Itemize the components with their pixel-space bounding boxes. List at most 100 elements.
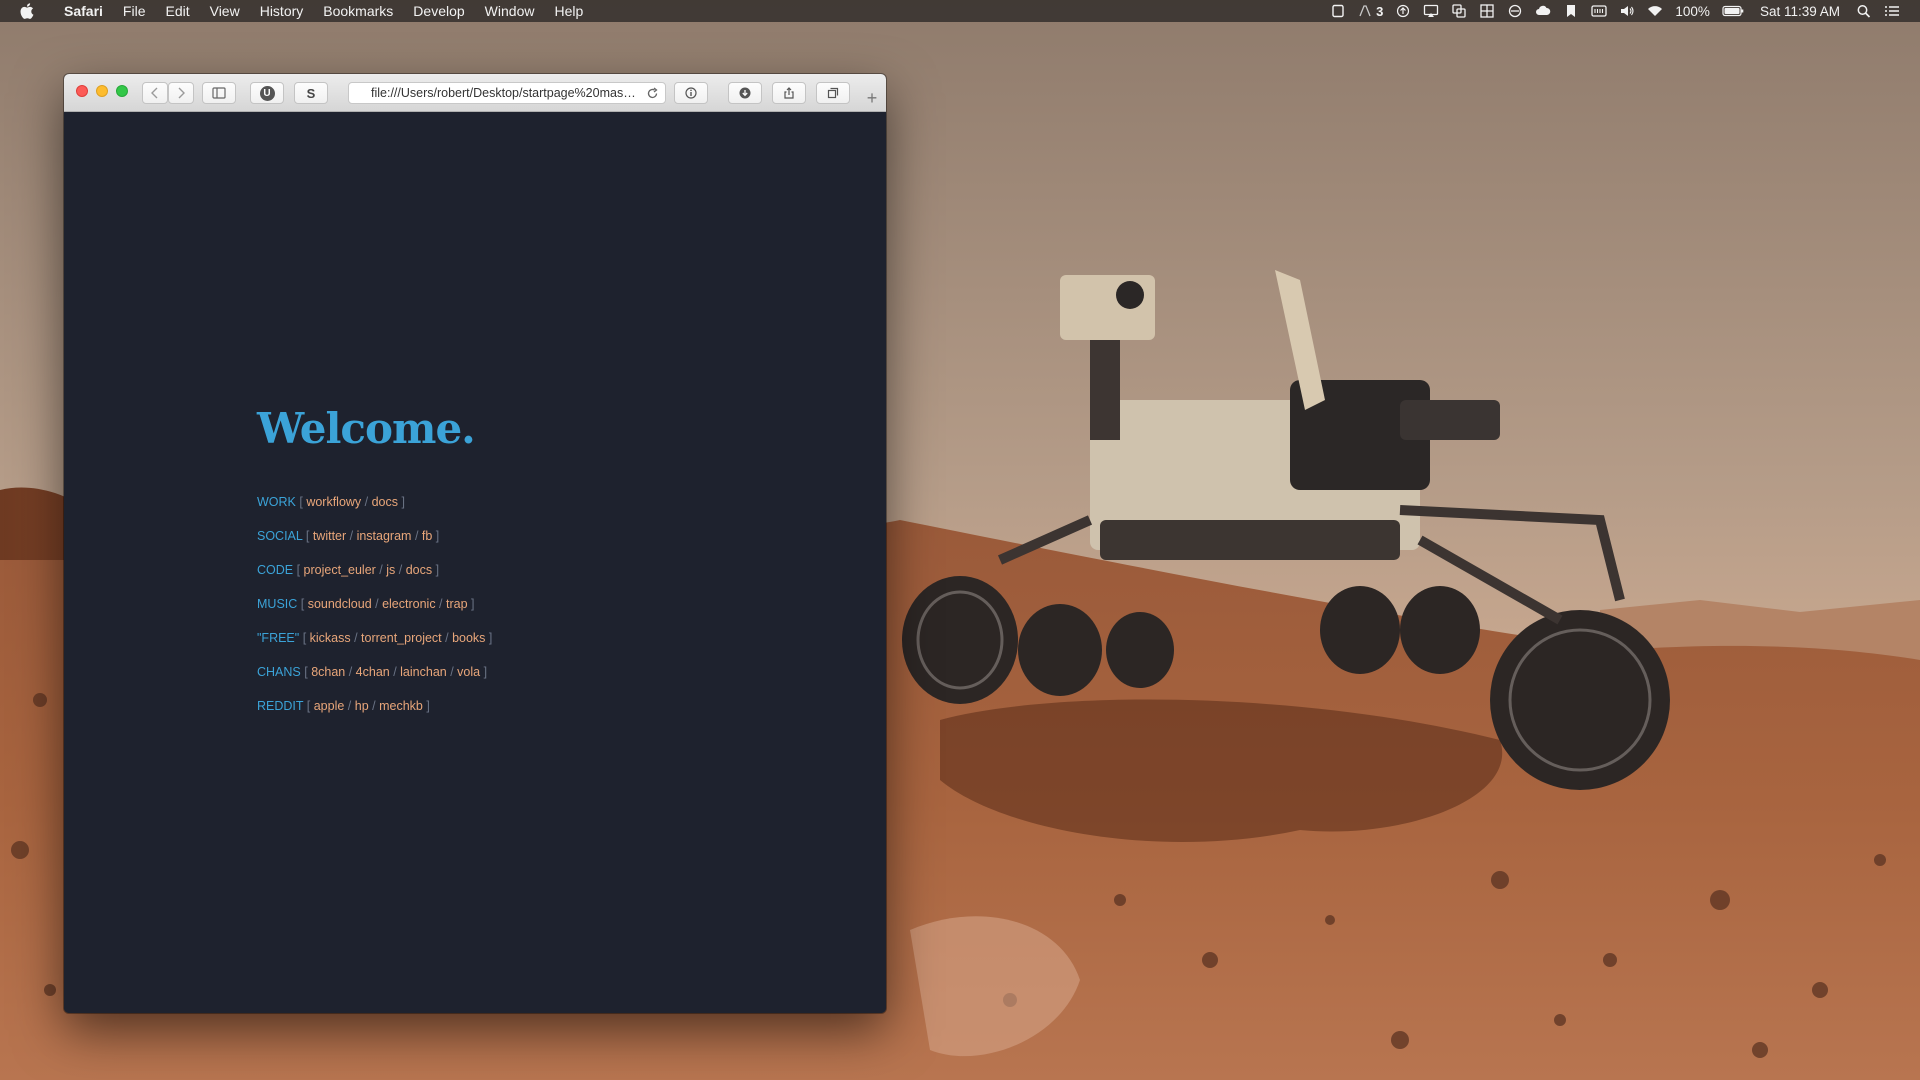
app-badge-count: 3 — [1376, 3, 1384, 19]
status-area: 3 100% Sat 11:39 AM — [1324, 0, 1920, 22]
link[interactable]: books — [452, 631, 485, 645]
link[interactable]: hp — [355, 699, 369, 713]
airplay-icon[interactable] — [1417, 0, 1445, 22]
menu-window[interactable]: Window — [475, 0, 545, 22]
info-button[interactable] — [674, 82, 708, 104]
search-icon[interactable] — [1850, 0, 1878, 22]
link[interactable]: 4chan — [356, 665, 390, 679]
extension-u-button[interactable]: U — [250, 82, 284, 104]
link[interactable]: workflowy — [306, 495, 361, 509]
forward-button[interactable] — [168, 82, 194, 104]
link-group-label: REDDIT — [257, 699, 304, 713]
link[interactable]: project_euler — [304, 563, 376, 577]
new-tab-button[interactable]: + — [860, 88, 884, 110]
bracket-open: [ — [299, 631, 310, 645]
menu-bar: Safari File Edit View History Bookmarks … — [0, 0, 1920, 22]
safari-window: U S file:///Users/robert/Desktop/startpa… — [64, 74, 886, 1013]
downloads-button[interactable] — [728, 82, 762, 104]
link-separator: / — [368, 699, 380, 713]
menu-develop[interactable]: Develop — [403, 0, 474, 22]
window-minimize-button[interactable] — [96, 85, 108, 97]
url-text: file:///Users/robert/Desktop/startpage%2… — [371, 86, 639, 100]
bracket-close: ] — [480, 665, 488, 679]
bracket-open: [ — [293, 563, 304, 577]
keyboard-icon[interactable] — [1585, 0, 1613, 22]
cloud-icon[interactable] — [1529, 0, 1557, 22]
link-group-label: WORK — [257, 495, 296, 509]
up-arrow-circle-icon[interactable] — [1389, 0, 1417, 22]
copy-icon[interactable] — [1445, 0, 1473, 22]
reload-icon[interactable] — [646, 87, 659, 100]
menu-view[interactable]: View — [200, 0, 250, 22]
square-icon[interactable] — [1324, 0, 1352, 22]
sidebar-button[interactable] — [202, 82, 236, 104]
extension-s-button[interactable]: S — [294, 82, 328, 104]
link-separator: / — [446, 665, 458, 679]
grid-icon[interactable] — [1473, 0, 1501, 22]
link[interactable]: docs — [372, 495, 398, 509]
link-group-label: CHANS — [257, 665, 301, 679]
browser-toolbar: U S file:///Users/robert/Desktop/startpa… — [64, 74, 886, 112]
link[interactable]: kickass — [310, 631, 351, 645]
bookmark-icon[interactable] — [1557, 0, 1585, 22]
link-group-label: "FREE" — [257, 631, 300, 645]
app-badge[interactable]: 3 — [1352, 0, 1389, 22]
battery-icon[interactable] — [1716, 0, 1750, 22]
menu-app-safari[interactable]: Safari — [54, 0, 113, 22]
link[interactable]: js — [386, 563, 395, 577]
share-icon — [784, 87, 794, 99]
bracket-open: [ — [297, 597, 308, 611]
link[interactable]: vola — [457, 665, 480, 679]
link[interactable]: mechkb — [379, 699, 423, 713]
link[interactable]: docs — [406, 563, 432, 577]
link[interactable]: electronic — [382, 597, 436, 611]
window-zoom-button[interactable] — [116, 85, 128, 97]
link[interactable]: instagram — [357, 529, 412, 543]
link-group: MUSIC [ soundcloud / electronic / trap ] — [257, 595, 492, 629]
info-icon — [685, 87, 697, 99]
menu-history[interactable]: History — [250, 0, 314, 22]
link-group: REDDIT [ apple / hp / mechkb ] — [257, 697, 492, 731]
link[interactable]: apple — [314, 699, 345, 713]
link-group-label: CODE — [257, 563, 294, 577]
link-separator: / — [344, 699, 355, 713]
bracket-open: [ — [295, 495, 307, 509]
menu-file[interactable]: File — [113, 0, 156, 22]
back-icon — [151, 87, 158, 99]
bracket-open: [ — [300, 665, 312, 679]
link[interactable]: torrent_project — [361, 631, 442, 645]
extension-u-label: U — [259, 85, 275, 101]
wifi-icon[interactable] — [1641, 0, 1669, 22]
bracket-close: ] — [398, 495, 405, 509]
link-separator: / — [345, 665, 356, 679]
window-close-button[interactable] — [76, 85, 88, 97]
app-badge-icon — [1359, 5, 1371, 17]
battery-percent[interactable]: 100% — [1669, 0, 1716, 22]
bracket-close: ] — [422, 699, 430, 713]
link[interactable]: 8chan — [311, 665, 345, 679]
menu-edit[interactable]: Edit — [155, 0, 199, 22]
bracket-open: [ — [302, 529, 313, 543]
link-separator: / — [350, 631, 362, 645]
link[interactable]: trap — [446, 597, 468, 611]
back-button[interactable] — [142, 82, 168, 104]
link[interactable]: soundcloud — [308, 597, 372, 611]
circle-slash-icon[interactable] — [1501, 0, 1529, 22]
link-groups: WORK [ workflowy / docs ] SOCIAL [ twitte… — [257, 493, 492, 731]
link[interactable]: twitter — [313, 529, 346, 543]
menubar-clock[interactable]: Sat 11:39 AM — [1750, 0, 1850, 22]
menu-bookmarks[interactable]: Bookmarks — [313, 0, 403, 22]
link-separator: / — [371, 597, 383, 611]
menu-help[interactable]: Help — [544, 0, 593, 22]
link-group: WORK [ workflowy / docs ] — [257, 493, 492, 527]
list-icon[interactable] — [1878, 0, 1906, 22]
link-separator: / — [435, 597, 446, 611]
show-tabs-button[interactable] — [816, 82, 850, 104]
address-bar[interactable]: file:///Users/robert/Desktop/startpage%2… — [348, 82, 666, 104]
link-group-label: SOCIAL — [257, 529, 303, 543]
share-button[interactable] — [772, 82, 806, 104]
link[interactable]: fb — [422, 529, 432, 543]
link[interactable]: lainchan — [400, 665, 447, 679]
volume-icon[interactable] — [1613, 0, 1641, 22]
apple-menu[interactable] — [0, 3, 54, 19]
